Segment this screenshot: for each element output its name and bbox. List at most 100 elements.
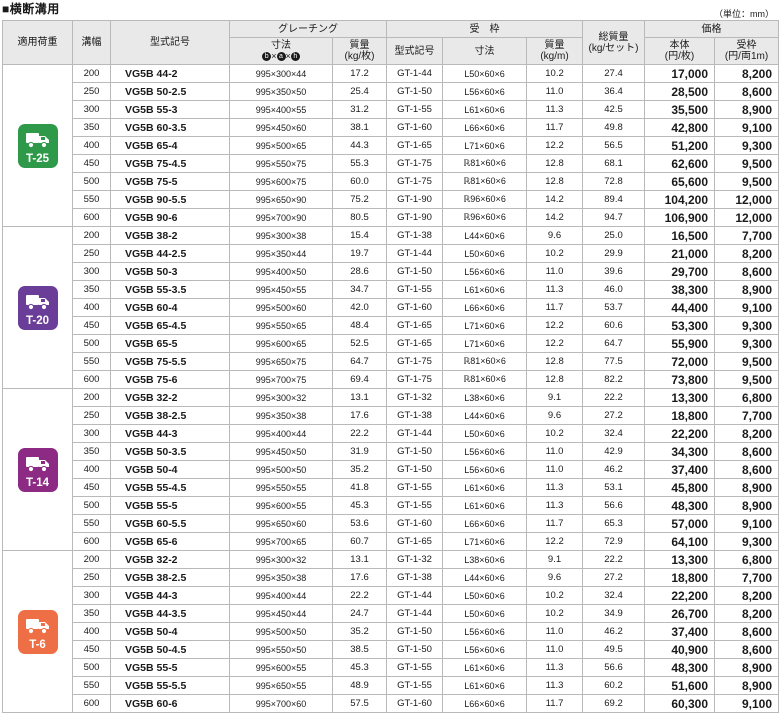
total-mass-cell: 72.9 [582, 532, 646, 551]
price-frame-cell: 8,600 [714, 262, 780, 281]
load-badge-label: T-14 [25, 476, 49, 489]
price-main-cell: 72,000 [644, 352, 716, 371]
grating-mass-cell: 80.5 [332, 208, 387, 227]
table-row: 500 VG5B 55-5 995×600×55 45.3 GT-1-55 L61×60×… [3, 496, 780, 515]
total-mass-cell: 46.2 [582, 622, 646, 641]
width-cell: 600 [72, 370, 111, 389]
total-mass-cell: 46.0 [582, 280, 646, 299]
table-row: 300 VG5B 44-3 995×400×44 22.2 GT-1-44 L50×60×… [3, 586, 780, 605]
table-row: 400 VG5B 60-4 995×500×60 42.0 GT-1-60 L66×60×… [3, 298, 780, 317]
grating-dim-cell: 995×550×55 [229, 478, 333, 497]
frame-dim-cell: L44×60×6 [442, 568, 527, 587]
width-cell: 350 [72, 442, 111, 461]
total-mass-cell: 42.9 [582, 442, 646, 461]
total-mass-cell: 42.5 [582, 100, 646, 119]
frame-model-cell: GT-1-38 [386, 568, 443, 587]
frame-model-cell: GT-1-65 [386, 334, 443, 353]
price-main-cell: 106,900 [644, 208, 716, 227]
table-row: T-14 200 VG5B 32-2 995×300×32 13.1 GT-1-32 L38… [2, 388, 780, 551]
model-cell: VG5B 90-5.5 [110, 190, 230, 209]
frame-mass-cell: 12.8 [525, 172, 584, 191]
grating-mass-cell: 69.4 [332, 370, 387, 389]
table-row: T-20 200 VG5B 38-2 995×300×38 15.4 GT-1-38 L44… [2, 226, 780, 389]
model-cell: VG5B 75-4.5 [110, 154, 230, 173]
grating-mass-cell: 75.2 [332, 190, 387, 209]
grating-mass-cell: 31.9 [332, 442, 387, 461]
model-cell: VG5B 65-4.5 [110, 316, 230, 335]
price-frame-cell: 8,600 [714, 442, 780, 461]
table-row: 400 VG5B 50-4 995×500×50 35.2 GT-1-50 L56×60×… [3, 460, 780, 479]
table-row: 600 VG5B 60-6 995×700×60 57.5 GT-1-60 L66×60×… [3, 694, 780, 713]
grating-dim-cell: 995×500×60 [229, 298, 333, 317]
width-cell: 600 [72, 208, 111, 227]
price-frame-cell: 9,100 [714, 298, 780, 317]
frame-dim-cell: ℝ81×60×6 [442, 352, 527, 371]
header-price-frame: 受枠 (円/両1m) [714, 37, 780, 65]
frame-mass-cell: 12.2 [525, 136, 584, 155]
frame-dim-cell: L44×60×6 [442, 406, 527, 425]
width-cell: 550 [72, 676, 111, 695]
times-sign: × [285, 50, 291, 61]
table-row: 350 VG5B 60-3.5 995×450×60 38.1 GT-1-60 L66×6… [3, 118, 780, 137]
total-mass-cell: 22.2 [582, 388, 646, 407]
total-mass-cell: 32.4 [582, 586, 646, 605]
frame-dim-cell: L61×60×6 [442, 280, 527, 299]
grating-dim-cell: 995×300×44 [229, 64, 333, 83]
price-frame-cell: 9,500 [714, 352, 780, 371]
frame-mass-cell: 10.2 [525, 244, 584, 263]
frame-dim-cell: L61×60×6 [442, 676, 527, 695]
frame-mass-cell: 11.7 [525, 118, 584, 137]
total-mass-cell: 72.8 [582, 172, 646, 191]
price-frame-cell: 8,200 [714, 64, 780, 83]
price-main-cell: 22,200 [644, 424, 716, 443]
model-cell: VG5B 50-3 [110, 262, 230, 281]
frame-model-cell: GT-1-65 [386, 532, 443, 551]
model-cell: VG5B 38-2 [110, 226, 230, 245]
frame-mass-cell: 11.3 [525, 478, 584, 497]
grating-dim-cell: 995×700×90 [229, 208, 333, 227]
frame-dim-cell: L56×60×6 [442, 622, 527, 641]
grating-mass-cell: 45.3 [332, 496, 387, 515]
grating-mass-cell: 55.3 [332, 154, 387, 173]
width-cell: 300 [72, 586, 111, 605]
model-cell: VG5B 50-3.5 [110, 442, 230, 461]
table-row: 600 VG5B 65-6 995×700×65 60.7 GT-1-65 L71×60×… [3, 532, 780, 551]
model-cell: VG5B 75-6 [110, 370, 230, 389]
grating-dim-formula: b × a × h [231, 50, 332, 62]
grating-mass-cell: 60.7 [332, 532, 387, 551]
grating-mass-cell: 24.7 [332, 604, 387, 623]
grating-dim-cell: 995×400×55 [229, 100, 333, 119]
model-cell: VG5B 50-4.5 [110, 640, 230, 659]
total-mass-cell: 34.9 [582, 604, 646, 623]
header-model: 型式記号 [110, 20, 230, 65]
frame-model-cell: GT-1-90 [386, 190, 443, 209]
grating-dim-cell: 995×450×55 [229, 280, 333, 299]
load-badge: T-14 [17, 447, 58, 492]
grating-mass-cell: 13.1 [332, 550, 387, 569]
grating-dim-cell: 995×650×55 [229, 676, 333, 695]
table-row: 300 VG5B 55-3 995×400×55 31.2 GT-1-55 L61×60×… [3, 100, 780, 119]
price-frame-cell: 9,100 [714, 694, 780, 713]
grating-dim-cell: 995×600×75 [229, 172, 333, 191]
width-cell: 350 [72, 604, 111, 623]
frame-mass-cell: 10.2 [525, 604, 584, 623]
price-main-cell: 44,400 [644, 298, 716, 317]
grating-dim-cell: 995×350×38 [229, 568, 333, 587]
frame-dim-cell: L71×60×6 [442, 334, 527, 353]
price-frame-cell: 8,200 [714, 244, 780, 263]
model-cell: VG5B 44-3 [110, 586, 230, 605]
frame-mass-cell: 11.0 [525, 622, 584, 641]
price-main-cell: 16,500 [644, 226, 716, 245]
frame-dim-cell: L50×60×6 [442, 424, 527, 443]
width-cell: 400 [72, 136, 111, 155]
price-frame-cell: 6,800 [714, 550, 780, 569]
price-frame-cell: 8,600 [714, 640, 780, 659]
truck-icon [25, 294, 49, 310]
grating-mass-cell: 17.2 [332, 64, 387, 83]
grating-dim-cell: 995×700×75 [229, 370, 333, 389]
header-frame-model: 型式記号 [386, 37, 443, 65]
frame-dim-cell: L66×60×6 [442, 118, 527, 137]
frame-mass-cell: 11.7 [525, 298, 584, 317]
model-cell: VG5B 55-5 [110, 658, 230, 677]
frame-dim-cell: L66×60×6 [442, 694, 527, 713]
